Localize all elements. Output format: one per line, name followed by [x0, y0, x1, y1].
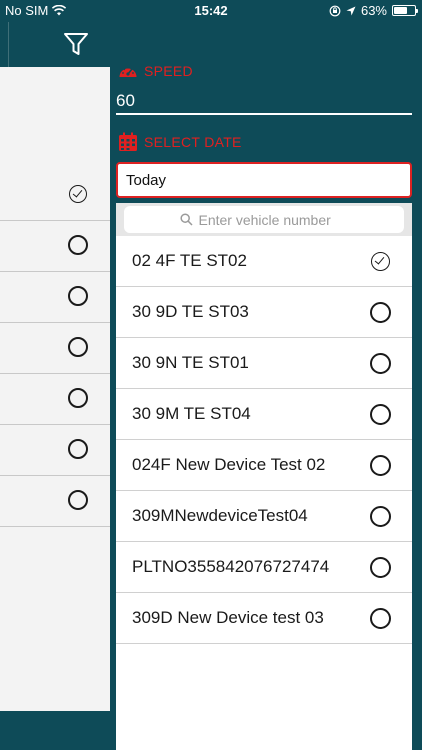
background-footer: [0, 711, 110, 750]
background-row[interactable]: [0, 425, 110, 476]
background-nav-bar: [0, 22, 110, 67]
search-bar: [116, 203, 412, 236]
radio-icon[interactable]: [370, 404, 391, 425]
status-bar: No SIM 15:42 63%: [0, 0, 422, 22]
search-icon: [179, 213, 193, 226]
background-row[interactable]: [0, 221, 110, 272]
vehicle-name: 309MNewdeviceTest04: [132, 506, 308, 525]
background-list: [0, 67, 110, 711]
battery-percent: 63%: [360, 3, 387, 18]
status-right: 63%: [329, 3, 418, 18]
radio-icon[interactable]: [370, 557, 391, 578]
battery-icon: [392, 5, 418, 16]
filter-drawer: SPEED 60 SELECT DATE Today Enter vehicle…: [110, 22, 422, 750]
background-page: [0, 22, 110, 750]
vehicle-name: 024F New Device Test 02: [132, 455, 326, 474]
radio-icon[interactable]: [370, 455, 391, 476]
background-row[interactable]: [0, 476, 110, 527]
search-input[interactable]: [198, 211, 349, 228]
vehicle-row[interactable]: 309D New Device test 03: [116, 593, 412, 644]
radio-icon[interactable]: [68, 388, 88, 408]
filter-button[interactable]: [60, 28, 92, 60]
vehicle-row[interactable]: 30 9M TE ST04: [116, 389, 412, 440]
radio-icon[interactable]: [370, 353, 391, 374]
vehicle-name: PLTNO355842076727474: [132, 557, 330, 576]
vehicle-name: 02 4F TE ST02: [132, 251, 247, 270]
vehicle-name: 30 9M TE ST04: [132, 404, 251, 423]
rotation-lock-icon: [329, 5, 341, 16]
vehicle-row[interactable]: 309MNewdeviceTest04: [116, 491, 412, 542]
location-arrow-icon: [346, 6, 356, 15]
radio-icon[interactable]: [68, 337, 88, 357]
speed-input[interactable]: 60: [116, 91, 412, 111]
vehicle-list-panel: 02 4F TE ST02 30 9D TE ST03 30 9N TE ST0…: [116, 203, 412, 750]
vehicle-row[interactable]: 30 9D TE ST03: [116, 287, 412, 338]
vehicle-name: 30 9N TE ST01: [132, 353, 249, 372]
speed-label-text: SPEED: [144, 63, 193, 79]
speedometer-icon: [119, 66, 137, 77]
date-label: SELECT DATE: [118, 132, 242, 152]
radio-icon[interactable]: [370, 608, 391, 629]
vehicle-row[interactable]: 02 4F TE ST02: [116, 236, 412, 287]
vehicle-row[interactable]: PLTNO355842076727474: [116, 542, 412, 593]
radio-icon[interactable]: [68, 439, 88, 459]
background-row[interactable]: [0, 272, 110, 323]
radio-icon[interactable]: [68, 235, 88, 255]
vehicle-row[interactable]: 30 9N TE ST01: [116, 338, 412, 389]
background-row[interactable]: [0, 323, 110, 374]
background-row[interactable]: [0, 374, 110, 425]
checked-radio-icon[interactable]: [371, 252, 390, 271]
filter-icon: [64, 33, 88, 55]
radio-icon[interactable]: [68, 286, 88, 306]
search-field[interactable]: [124, 206, 404, 233]
date-label-text: SELECT DATE: [144, 134, 242, 150]
radio-icon[interactable]: [370, 506, 391, 527]
divider: [8, 22, 9, 67]
radio-icon[interactable]: [68, 490, 88, 510]
speed-label: SPEED: [118, 62, 193, 80]
speed-underline: [116, 113, 412, 115]
radio-icon[interactable]: [370, 302, 391, 323]
vehicle-row[interactable]: 024F New Device Test 02: [116, 440, 412, 491]
background-row[interactable]: [0, 170, 110, 221]
vehicle-name: 30 9D TE ST03: [132, 302, 249, 321]
vehicle-name: 309D New Device test 03: [132, 608, 324, 627]
checked-radio-icon[interactable]: [69, 185, 87, 203]
date-field[interactable]: Today: [116, 162, 412, 198]
calendar-icon: [119, 132, 137, 151]
